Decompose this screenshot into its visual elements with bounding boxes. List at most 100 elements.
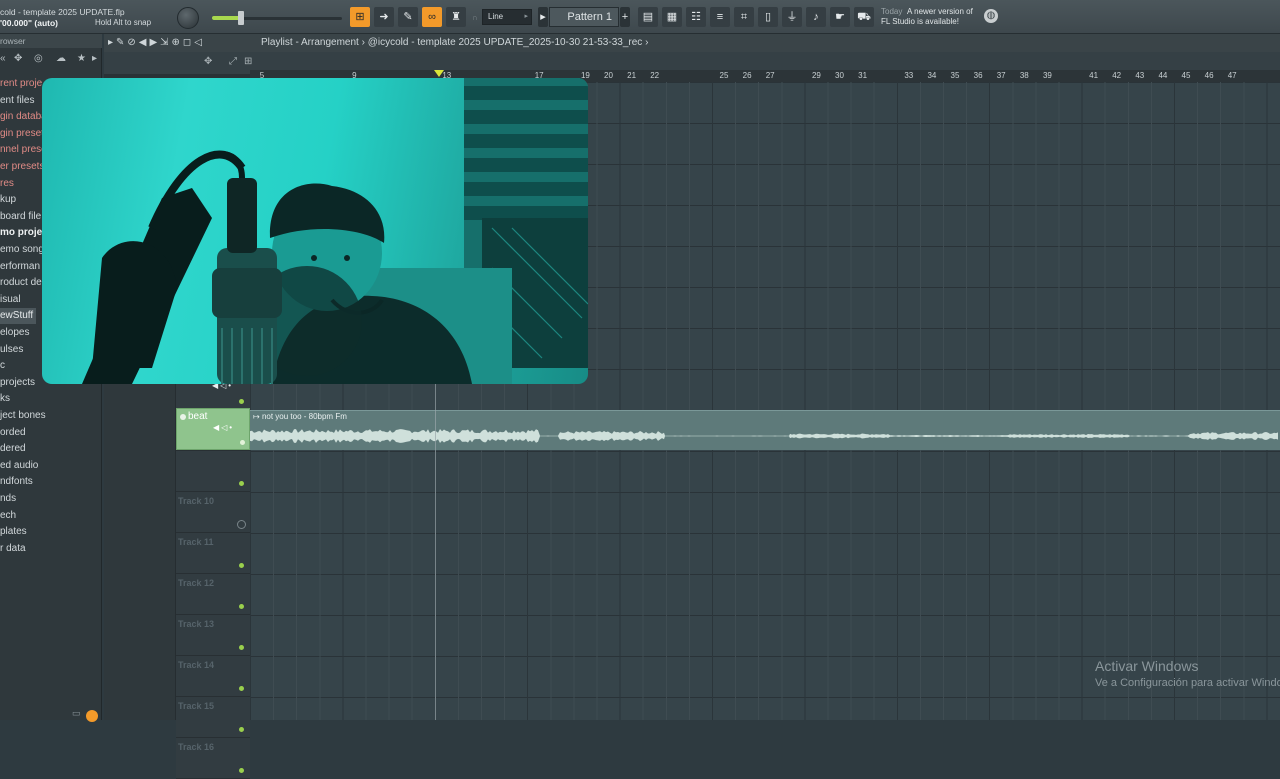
browser-item[interactable]: res xyxy=(0,176,14,192)
cloud-icon[interactable]: ☁ xyxy=(56,53,66,64)
master-volume-knob[interactable] xyxy=(177,7,199,29)
zoom-icon[interactable]: ⤢ xyxy=(229,56,237,67)
track-name[interactable]: beat xyxy=(188,411,207,422)
track-led[interactable] xyxy=(180,414,186,420)
plugin-icon[interactable]: ⏚ xyxy=(782,7,802,27)
playlist-titlebar: ▸✎⊘◀▶⇲⊕◻◁ Playlist - Arrangement › @icyc… xyxy=(104,34,1280,52)
link-icon[interactable]: ∞ xyxy=(422,7,442,27)
audio-clip[interactable]: ↦ not you too - 80bpm Fm xyxy=(250,410,1280,450)
track-row[interactable]: Track 16 xyxy=(176,738,250,779)
mixer-icon[interactable]: ☷ xyxy=(686,7,706,27)
arrow-right-icon[interactable]: ➜ xyxy=(374,7,394,27)
folder-icon[interactable]: ▭ xyxy=(72,708,81,719)
browser-item[interactable]: ks xyxy=(0,391,10,407)
track-name[interactable]: Track 15 xyxy=(178,701,214,711)
track-row[interactable]: Track 13 xyxy=(176,615,250,656)
browser-item[interactable]: nnel prese xyxy=(0,142,47,158)
snap-select[interactable]: Line xyxy=(482,9,532,25)
browser-item[interactable]: plates xyxy=(0,524,27,540)
pencil-icon[interactable]: ✎ xyxy=(398,7,418,27)
track-row[interactable]: Track 11 xyxy=(176,533,250,574)
browser-item[interactable]: erforman xyxy=(0,259,40,275)
browser-item[interactable]: r data xyxy=(0,541,26,557)
track-name[interactable]: Track 14 xyxy=(178,660,214,670)
webcam-overlay xyxy=(42,78,588,384)
project-icon[interactable]: ▯ xyxy=(758,7,778,27)
track-active-dot[interactable] xyxy=(240,440,245,445)
browser-item[interactable]: nds xyxy=(0,491,16,507)
track-name[interactable]: Track 16 xyxy=(178,742,214,752)
news-line2[interactable]: FL Studio is available! xyxy=(881,17,959,26)
pattern-add-icon[interactable]: + xyxy=(620,7,630,27)
track-name[interactable]: Track 11 xyxy=(178,537,214,547)
channel-rack-icon[interactable]: ≡ xyxy=(710,7,730,27)
track-row[interactable] xyxy=(176,451,250,492)
move-icon[interactable]: ✥ xyxy=(14,53,22,64)
arrow-icon[interactable]: ▸ xyxy=(92,53,97,64)
touch-icon[interactable]: ☛ xyxy=(830,7,850,27)
browser-item[interactable]: gin preset xyxy=(0,126,44,142)
browser-item[interactable]: er presets xyxy=(0,159,44,175)
browser-item[interactable]: projects xyxy=(0,375,35,391)
step-sequencer-icon[interactable]: ▦ xyxy=(662,7,682,27)
snap-grid-icon[interactable]: ⊞ xyxy=(244,56,252,67)
fl-logo-icon[interactable] xyxy=(86,710,98,722)
track-row[interactable]: Track 10 xyxy=(176,492,250,533)
browser-item[interactable]: emo song xyxy=(0,242,44,258)
track-mute-icons[interactable]: ◀◁• xyxy=(213,423,234,432)
zoom-horizontal-icon[interactable]: ✥ xyxy=(204,56,212,67)
target-icon[interactable]: ◎ xyxy=(34,53,43,64)
browser-item[interactable]: board file xyxy=(0,209,41,225)
stamp-icon[interactable]: ♜ xyxy=(446,7,466,27)
browser-item[interactable]: c xyxy=(0,358,5,374)
browser-item[interactable]: ech xyxy=(0,508,16,524)
track-name[interactable]: Track 13 xyxy=(178,619,214,629)
track-row[interactable]: Track 14 xyxy=(176,656,250,697)
track-active-dot[interactable] xyxy=(239,645,244,650)
track-active-dot[interactable] xyxy=(239,399,244,404)
tempo-icon[interactable]: ♪ xyxy=(806,7,826,27)
browser-item[interactable]: ewStuff xyxy=(0,308,36,325)
playhead-marker[interactable] xyxy=(434,70,444,77)
ruler-tick: 38 xyxy=(1019,71,1029,80)
browser-item[interactable]: roduct de xyxy=(0,275,42,291)
track-row[interactable]: Track 12 xyxy=(176,574,250,615)
track-active-dot[interactable] xyxy=(239,481,244,486)
browser-item[interactable]: ed audio xyxy=(0,458,38,474)
browser-item[interactable]: ent files xyxy=(0,93,34,109)
track-header-beat[interactable]: beat ◀◁• xyxy=(176,408,250,450)
browser-item[interactable]: elopes xyxy=(0,325,29,341)
browser-item[interactable]: rent proje xyxy=(0,76,42,92)
browser-item[interactable]: orded xyxy=(0,425,26,441)
track-active-dot[interactable] xyxy=(239,686,244,691)
track-active-dot[interactable] xyxy=(239,604,244,609)
track-empty-circle[interactable] xyxy=(237,520,246,529)
shop-icon[interactable]: ⛟ xyxy=(854,7,874,27)
playlist-tools-icons[interactable]: ▸✎⊘◀▶⇲⊕◻◁ xyxy=(108,34,205,52)
browser-item[interactable]: gin databa xyxy=(0,109,47,125)
browser-item[interactable]: ulses xyxy=(0,342,23,358)
track-active-dot[interactable] xyxy=(239,563,244,568)
pattern-selector[interactable]: Pattern 1 xyxy=(549,7,619,27)
playlist-icon[interactable]: ▤ xyxy=(638,7,658,27)
slider-thumb[interactable] xyxy=(238,11,244,25)
browser-icon[interactable]: ⌗ xyxy=(734,7,754,27)
browser-item[interactable]: dered xyxy=(0,441,26,457)
globe-icon[interactable]: ◍ xyxy=(984,9,998,23)
pattern-prev-icon[interactable]: ▸ xyxy=(538,7,548,27)
ruler-tick: 39 xyxy=(1042,71,1052,80)
track-row[interactable]: Track 15 xyxy=(176,697,250,738)
browser-item[interactable]: isual xyxy=(0,292,21,308)
news-line1[interactable]: A newer version of xyxy=(907,7,979,17)
browser-item[interactable]: ject bones xyxy=(0,408,46,424)
ruler-tick: 34 xyxy=(927,71,937,80)
collapse-icon[interactable]: « xyxy=(0,53,6,64)
browser-item[interactable]: kup xyxy=(0,192,16,208)
star-icon[interactable]: ★ xyxy=(77,53,86,64)
browser-item[interactable]: ndfonts xyxy=(0,474,33,490)
piano-roll-icon[interactable]: ⊞ xyxy=(350,7,370,27)
track-active-dot[interactable] xyxy=(239,727,244,732)
track-name[interactable]: Track 10 xyxy=(178,496,214,506)
track-active-dot[interactable] xyxy=(239,768,244,773)
track-name[interactable]: Track 12 xyxy=(178,578,214,588)
